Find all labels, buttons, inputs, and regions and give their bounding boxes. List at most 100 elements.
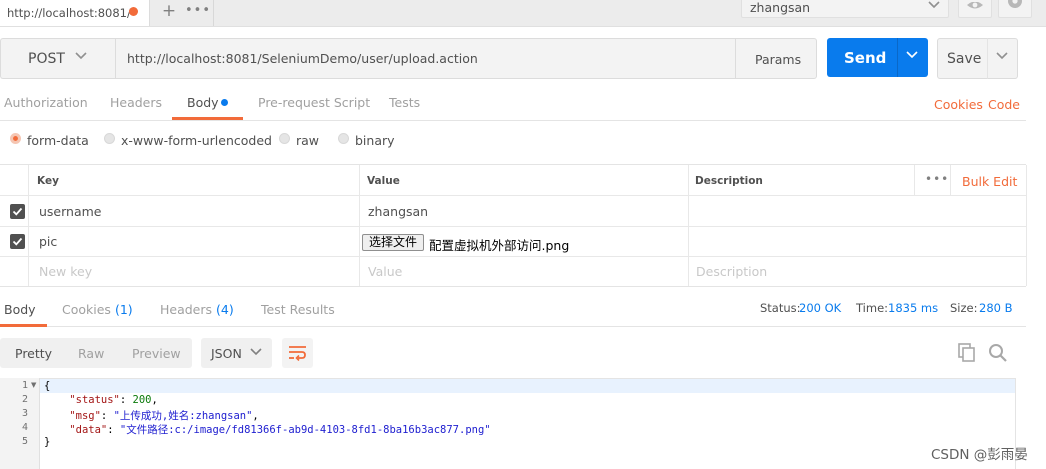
eye-icon xyxy=(966,1,984,15)
body-indicator-dot-icon xyxy=(221,99,228,106)
line-number: 5 xyxy=(21,436,28,447)
bulk-edit-link[interactable]: Bulk Edit xyxy=(962,174,1017,189)
wrap-lines-icon xyxy=(288,345,307,364)
json-key: "data" xyxy=(69,424,108,436)
selected-file-name: 配置虚拟机外部访问.png xyxy=(429,238,570,253)
column-header-key: Key xyxy=(37,175,59,187)
choose-file-button[interactable]: 选择文件 xyxy=(362,234,424,251)
radio-label-urlencoded[interactable]: x-www-form-urlencoded xyxy=(121,133,272,148)
send-button[interactable]: Send xyxy=(827,38,897,77)
table-options-button[interactable]: ••• xyxy=(925,172,949,186)
format-raw[interactable]: Raw xyxy=(78,346,104,361)
json-string: "上传成功,姓名:zhangsan" xyxy=(113,410,253,422)
environment-quick-look-button[interactable] xyxy=(958,0,992,18)
environment-value: zhangsan xyxy=(750,0,811,15)
header-divider xyxy=(914,165,915,195)
tab-body[interactable]: Body xyxy=(187,95,219,110)
radio-raw[interactable] xyxy=(279,133,290,144)
time-value: 1835 ms xyxy=(888,301,939,315)
code-line: { xyxy=(44,380,51,392)
format-preview[interactable]: Preview xyxy=(132,346,181,361)
headers-count: (4) xyxy=(216,302,234,317)
row-value[interactable]: zhangsan xyxy=(368,204,428,219)
chevron-down-icon xyxy=(75,49,87,64)
tab-prerequest-script[interactable]: Pre-request Script xyxy=(258,95,370,110)
status-value: 200 OK xyxy=(799,301,842,315)
row-checkbox[interactable] xyxy=(10,234,25,249)
new-value-input[interactable]: Value xyxy=(368,264,402,279)
response-tab-headers-label: Headers xyxy=(160,302,213,317)
fold-caret-icon[interactable]: ▼ xyxy=(31,381,36,389)
active-tab-underline xyxy=(0,324,47,327)
method-select[interactable]: POST xyxy=(0,38,116,79)
chevron-down-icon xyxy=(250,345,262,359)
radio-label-form-data[interactable]: form-data xyxy=(27,133,89,148)
divider xyxy=(0,120,1026,121)
request-tab[interactable]: http://localhost:8081/ xyxy=(0,0,150,26)
json-string: "文件路径:c:/image/fd81366f-ab9d-4103-8fd1-8… xyxy=(119,424,491,436)
cookies-link[interactable]: Cookies xyxy=(934,97,983,112)
table-border xyxy=(0,164,1026,165)
send-label: Send xyxy=(844,49,887,67)
new-tab-button[interactable]: + xyxy=(159,1,179,21)
copy-icon[interactable] xyxy=(958,343,976,365)
code-line: "msg": "上传成功,姓名:zhangsan", xyxy=(69,410,259,422)
search-icon[interactable] xyxy=(988,343,1008,366)
size-label: Size: xyxy=(950,301,978,315)
params-button[interactable]: Params xyxy=(735,38,817,79)
language-select[interactable]: JSON xyxy=(201,338,272,368)
row-key[interactable]: pic xyxy=(39,234,57,249)
code-line: "data": "文件路径:c:/image/fd81366f-ab9d-410… xyxy=(69,424,491,436)
line-number: 4 xyxy=(21,422,28,433)
code-line: "status": 200, xyxy=(69,394,158,406)
radio-binary[interactable] xyxy=(338,133,349,144)
wrap-lines-button[interactable] xyxy=(282,338,313,368)
tab-authorization[interactable]: Authorization xyxy=(4,95,88,110)
environment-select[interactable]: zhangsan xyxy=(741,0,949,18)
save-label: Save xyxy=(947,51,982,67)
save-options-button[interactable] xyxy=(987,38,1018,79)
params-label: Params xyxy=(755,52,802,67)
code-line: } xyxy=(44,436,51,448)
save-button[interactable]: Save xyxy=(937,38,989,79)
status-label: Status: xyxy=(760,301,801,315)
row-divider xyxy=(0,256,1026,257)
active-line-highlight xyxy=(40,379,1015,393)
more-tabs-button[interactable]: ••• xyxy=(185,3,210,18)
row-key[interactable]: username xyxy=(39,204,102,219)
gear-icon xyxy=(1007,0,1023,14)
chevron-down-icon xyxy=(906,48,918,63)
response-tab-cookies[interactable]: Cookies (1) xyxy=(62,302,133,317)
radio-label-raw[interactable]: raw xyxy=(296,133,319,148)
checkbox-checked-icon xyxy=(12,237,23,246)
response-tab-headers[interactable]: Headers (4) xyxy=(160,302,234,317)
json-number: 200 xyxy=(132,394,152,406)
url-value: http://localhost:8081/SeleniumDemo/user/… xyxy=(127,51,478,66)
send-options-button[interactable] xyxy=(897,38,928,77)
radio-label-binary[interactable]: binary xyxy=(355,133,395,148)
watermark: CSDN @彭雨晏 xyxy=(931,447,1028,463)
chevron-down-icon xyxy=(928,0,940,12)
new-key-input[interactable]: New key xyxy=(39,264,92,279)
response-tab-body[interactable]: Body xyxy=(4,302,36,317)
method-value: POST xyxy=(28,51,65,67)
row-checkbox[interactable] xyxy=(10,204,25,219)
line-number: 2 xyxy=(21,394,28,405)
size-value: 280 B xyxy=(979,301,1013,315)
divider xyxy=(0,326,1026,327)
tab-tests[interactable]: Tests xyxy=(389,95,420,110)
radio-form-data[interactable] xyxy=(10,133,21,144)
checkbox-checked-icon xyxy=(12,207,23,216)
header-divider xyxy=(950,165,951,195)
settings-button[interactable] xyxy=(998,0,1032,18)
table-row xyxy=(0,196,1026,226)
tab-headers[interactable]: Headers xyxy=(110,95,162,110)
url-input[interactable]: http://localhost:8081/SeleniumDemo/user/… xyxy=(115,38,737,79)
line-number: 1 xyxy=(21,380,28,391)
radio-urlencoded[interactable] xyxy=(104,133,115,144)
format-pretty[interactable]: Pretty xyxy=(15,346,52,361)
new-description-input[interactable]: Description xyxy=(696,264,767,279)
code-link[interactable]: Code xyxy=(988,97,1020,112)
response-tab-test-results[interactable]: Test Results xyxy=(261,302,335,317)
column-header-description: Description xyxy=(695,175,763,187)
